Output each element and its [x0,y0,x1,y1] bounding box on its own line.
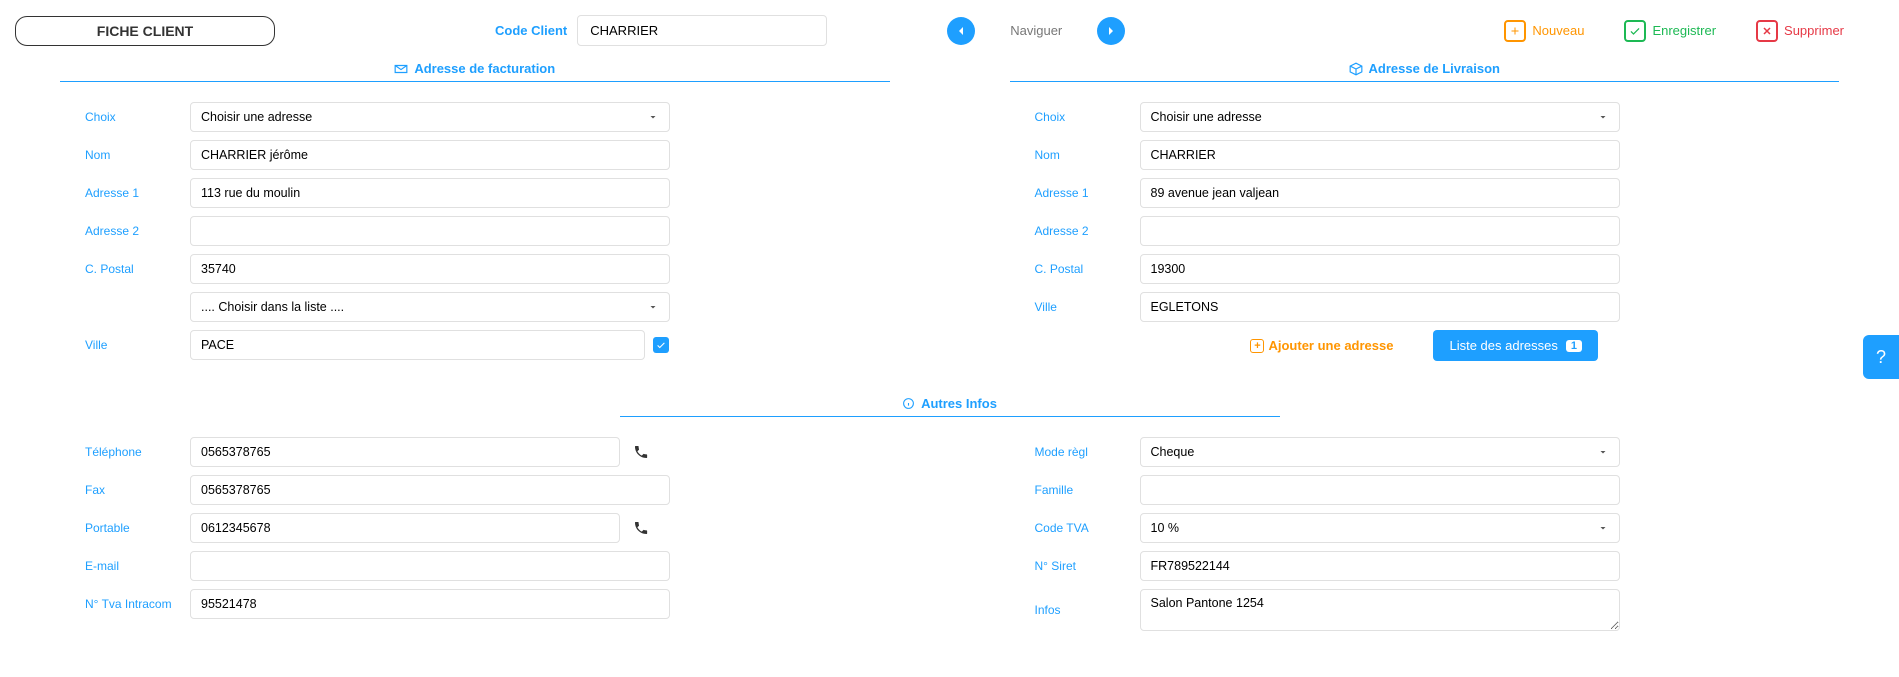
other-section-header: Autres Infos [620,396,1280,417]
infos-label: Infos [1035,603,1140,617]
billing-choix-label: Choix [85,110,190,124]
fax-label: Fax [85,483,190,497]
delivery-section-header: Adresse de Livraison [1010,61,1840,82]
delivery-choix-label: Choix [1035,110,1140,124]
arrow-left-icon [953,23,969,39]
billing-city-list-select[interactable]: .... Choisir dans la liste .... [190,292,670,322]
list-addresses-label: Liste des adresses [1449,338,1557,353]
nav-label: Naviguer [1010,23,1062,38]
email-input[interactable] [190,551,670,581]
siret-label: N° Siret [1035,559,1140,573]
code-tva-select[interactable]: 10 % [1140,513,1620,543]
save-button-label: Enregistrer [1652,23,1716,38]
delete-button-label: Supprimer [1784,23,1844,38]
delivery-ville-label: Ville [1035,300,1140,314]
delivery-cp-input[interactable] [1140,254,1620,284]
delete-button[interactable]: Supprimer [1756,20,1844,42]
check-icon [656,340,666,350]
siret-input[interactable] [1140,551,1620,581]
new-button[interactable]: Nouveau [1504,20,1584,42]
delivery-ville-input[interactable] [1140,292,1620,322]
delivery-adr1-input[interactable] [1140,178,1620,208]
infos-textarea[interactable] [1140,589,1620,631]
email-label: E-mail [85,559,190,573]
billing-adr1-label: Adresse 1 [85,186,190,200]
code-client-input[interactable] [577,15,827,46]
save-button[interactable]: Enregistrer [1624,20,1716,42]
billing-choix-select[interactable]: Choisir une adresse [190,102,670,132]
code-client-label: Code Client [495,23,567,38]
tva-intra-input[interactable] [190,589,670,619]
check-icon [1624,20,1646,42]
billing-ville-checkbox[interactable] [653,337,669,353]
delivery-choix-select[interactable]: Choisir une adresse [1140,102,1620,132]
code-tva-label: Code TVA [1035,521,1140,535]
plus-icon: + [1250,339,1264,353]
delivery-cp-label: C. Postal [1035,262,1140,276]
nav-next-button[interactable] [1097,17,1125,45]
billing-cp-input[interactable] [190,254,670,284]
package-icon [1349,62,1363,76]
billing-ville-label: Ville [85,338,190,352]
billing-adr1-input[interactable] [190,178,670,208]
add-address-label: Ajouter une adresse [1268,338,1393,353]
mobile-label: Portable [85,521,190,535]
info-icon [902,397,915,410]
billing-adr2-input[interactable] [190,216,670,246]
mode-regl-label: Mode règl [1035,445,1140,459]
plus-icon [1504,20,1526,42]
billing-cp-label: C. Postal [85,262,190,276]
delivery-adr1-label: Adresse 1 [1035,186,1140,200]
mobile-input[interactable] [190,513,620,543]
tel-label: Téléphone [85,445,190,459]
arrow-right-icon [1103,23,1119,39]
billing-nom-label: Nom [85,148,190,162]
delivery-nom-label: Nom [1035,148,1140,162]
billing-nom-input[interactable] [190,140,670,170]
famille-label: Famille [1035,483,1140,497]
list-count-badge: 1 [1566,340,1582,352]
mode-regl-select[interactable]: Cheque [1140,437,1620,467]
x-icon [1756,20,1778,42]
billing-ville-input[interactable] [190,330,645,360]
nav-prev-button[interactable] [947,17,975,45]
tva-intra-label: N° Tva Intracom [85,597,190,611]
billing-adr2-label: Adresse 2 [85,224,190,238]
fax-input[interactable] [190,475,670,505]
delivery-nom-input[interactable] [1140,140,1620,170]
help-icon: ? [1876,347,1886,368]
new-button-label: Nouveau [1532,23,1584,38]
help-button[interactable]: ? [1863,335,1899,379]
add-address-button[interactable]: + Ajouter une adresse [1250,330,1393,361]
famille-input[interactable] [1140,475,1620,505]
delivery-adr2-label: Adresse 2 [1035,224,1140,238]
phone-icon[interactable] [632,443,650,461]
delivery-adr2-input[interactable] [1140,216,1620,246]
envelope-icon [394,62,408,76]
page-title: FICHE CLIENT [15,16,275,46]
tel-input[interactable] [190,437,620,467]
billing-section-header: Adresse de facturation [60,61,890,82]
list-addresses-button[interactable]: Liste des adresses 1 [1433,330,1598,361]
phone-icon[interactable] [632,519,650,537]
